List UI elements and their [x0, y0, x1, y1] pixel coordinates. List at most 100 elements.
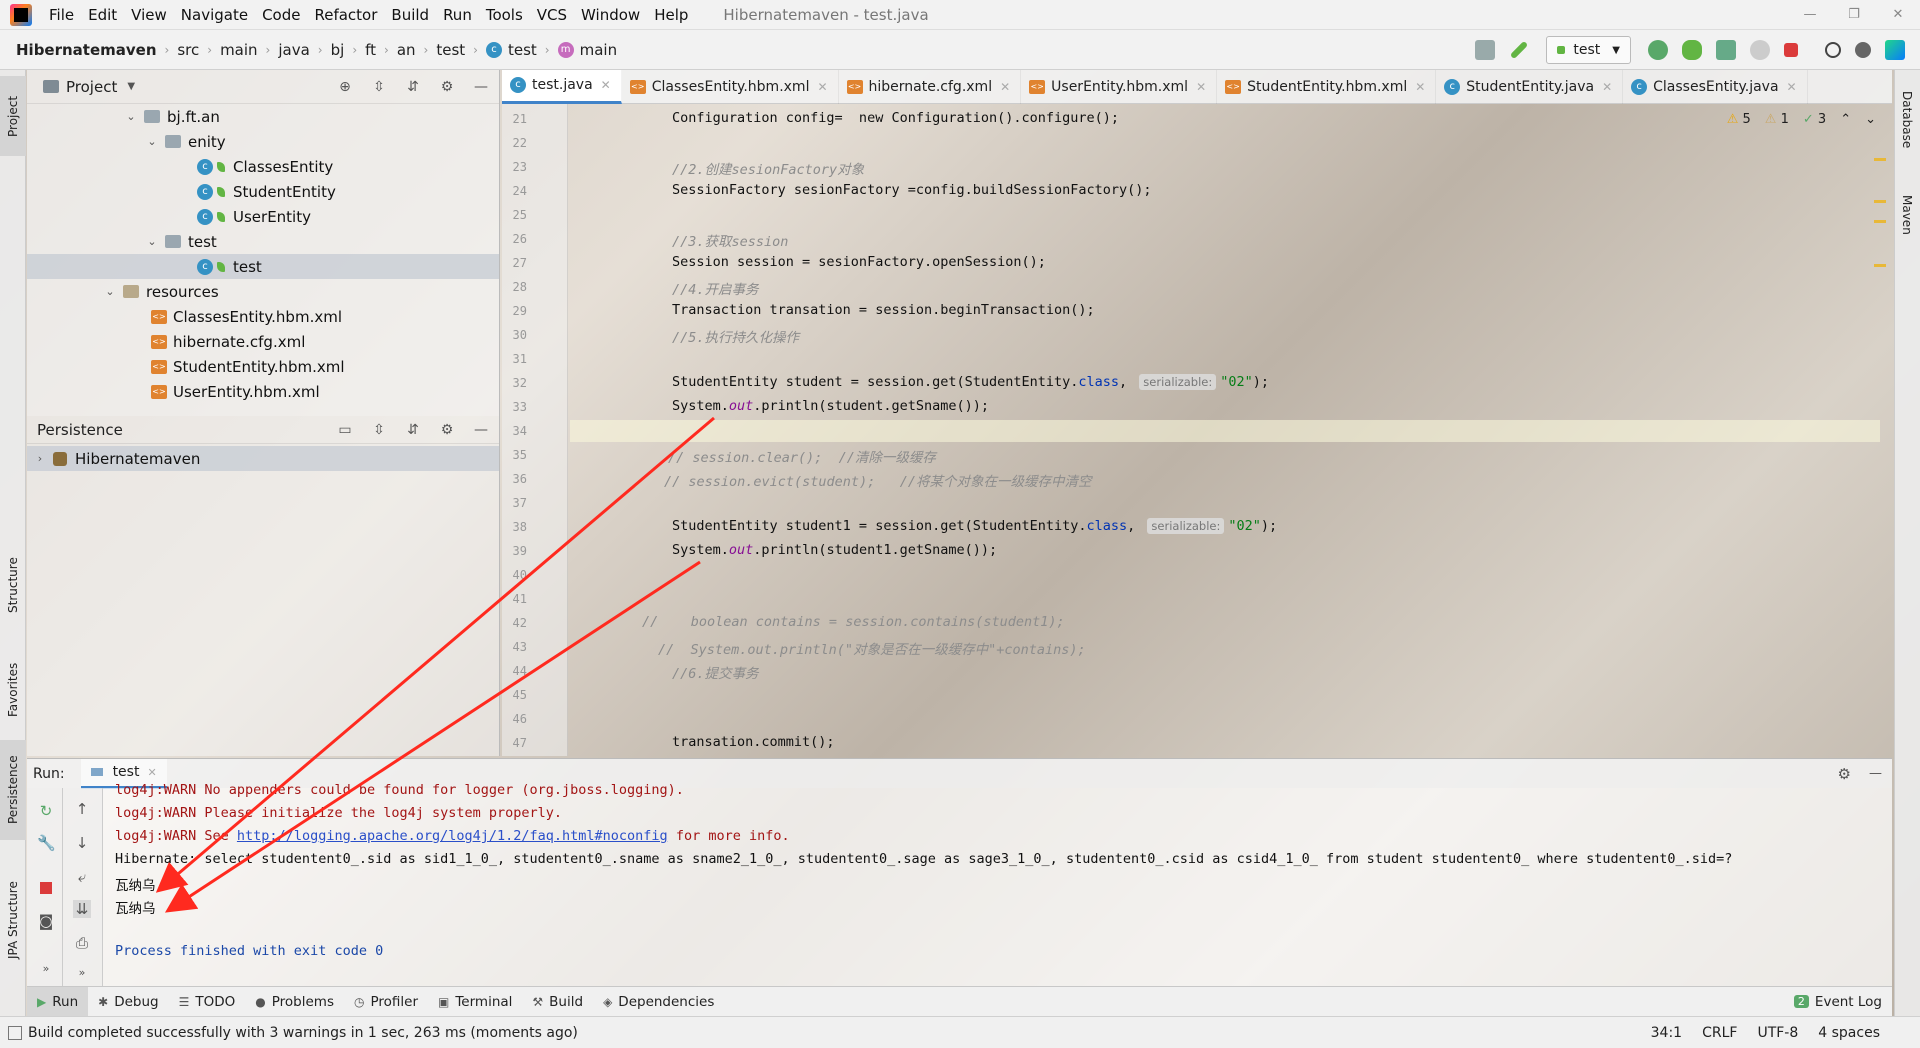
hide-icon[interactable]: —	[1869, 766, 1882, 781]
breadcrumb-java[interactable]: java	[278, 41, 309, 59]
user-icon[interactable]	[1475, 40, 1496, 60]
wrench-icon[interactable]: 🔧	[37, 834, 56, 852]
tab-terminal[interactable]: ▣ Terminal	[428, 987, 522, 1017]
tab-test-java[interactable]: c test.java ✕	[502, 69, 622, 104]
tab-build[interactable]: ⚒ Build	[522, 987, 593, 1017]
breadcrumb-project[interactable]: Hibernatemaven	[16, 41, 157, 59]
maximize-icon[interactable]: ❐	[1832, 0, 1876, 30]
tab-run[interactable]: ▶ Run	[27, 986, 89, 1017]
status-message[interactable]: Build completed successfully with 3 warn…	[28, 1025, 578, 1041]
tab-hibernate-cfg-xml[interactable]: <> hibernate.cfg.xml ✕	[839, 69, 1022, 104]
menu-tools[interactable]: Tools	[479, 0, 530, 30]
expand-all-icon[interactable]: ⇳	[371, 79, 387, 95]
close-icon[interactable]: ✕	[1000, 80, 1010, 94]
search-icon[interactable]	[1825, 42, 1841, 58]
tab-studententity-hbm-xml[interactable]: <> StudentEntity.hbm.xml ✕	[1217, 69, 1437, 104]
console-output[interactable]: log4j:WARN No appenders could be found f…	[103, 782, 1892, 986]
warning-stripe-marker[interactable]	[1874, 158, 1886, 161]
tree-item-class[interactable]: c StudentEntity	[197, 179, 336, 204]
gear-icon[interactable]	[1855, 42, 1871, 58]
collapse-all-icon[interactable]: ⇵	[405, 422, 421, 438]
breadcrumb-test-package[interactable]: test	[436, 41, 465, 59]
hide-icon[interactable]: —	[473, 79, 489, 95]
tree-item-xml[interactable]: <> UserEntity.hbm.xml	[151, 379, 320, 404]
close-icon[interactable]: ✕	[1602, 80, 1612, 94]
arrow-down-icon[interactable]: ↓	[73, 834, 91, 852]
more-icon[interactable]: »	[73, 964, 91, 982]
menu-build[interactable]: Build	[384, 0, 436, 30]
camera-icon[interactable]: ◙	[37, 912, 55, 930]
breadcrumb-src[interactable]: src	[177, 41, 199, 59]
more-icon[interactable]: »	[37, 960, 55, 978]
close-icon[interactable]: ✕	[1196, 80, 1206, 94]
close-icon[interactable]: ✕	[147, 766, 156, 779]
code-editor[interactable]: Configuration config= new Configuration(…	[570, 104, 1880, 756]
persistence-unit-item[interactable]: › Hibernatemaven	[27, 446, 499, 471]
scroll-to-end-icon[interactable]: ⇊	[73, 900, 91, 918]
tab-classesentity-java[interactable]: c ClassesEntity.java ✕	[1623, 69, 1808, 104]
breadcrumb-bj[interactable]: bj	[331, 41, 345, 59]
menu-view[interactable]: View	[124, 0, 174, 30]
tree-item-xml[interactable]: <> StudentEntity.hbm.xml	[151, 354, 345, 379]
typos-indicator[interactable]: ✓ 3	[1803, 112, 1826, 127]
tab-todo[interactable]: ☰ TODO	[169, 987, 246, 1017]
run-configuration-select[interactable]: test ▼	[1546, 36, 1631, 64]
warning-stripe-marker[interactable]	[1874, 264, 1886, 267]
warning-stripe-marker[interactable]	[1874, 220, 1886, 223]
tab-userentity-hbm-xml[interactable]: <> UserEntity.hbm.xml ✕	[1021, 69, 1218, 104]
persistence-tool-tab[interactable]: Persistence	[0, 740, 26, 840]
menu-file[interactable]: File	[42, 0, 81, 30]
warning-stripe-marker[interactable]	[1874, 200, 1886, 203]
favorites-tool-tab[interactable]: Favorites	[0, 650, 26, 730]
tree-item-class-selected[interactable]: c test	[27, 254, 499, 279]
debug-icon[interactable]	[1682, 40, 1702, 60]
project-panel-title[interactable]: Project	[66, 78, 117, 96]
tree-item-package[interactable]: ⌄ enity	[145, 129, 225, 154]
rerun-icon[interactable]: ↻	[37, 802, 55, 820]
warnings-indicator[interactable]: ⚠ 5	[1727, 112, 1751, 127]
arrow-up-icon[interactable]: ↑	[73, 800, 91, 818]
breadcrumb-ft[interactable]: ft	[365, 41, 376, 59]
toolbox-icon[interactable]	[1885, 40, 1905, 60]
locate-icon[interactable]: ⊕	[337, 79, 353, 95]
file-encoding[interactable]: UTF-8	[1757, 1025, 1798, 1041]
close-icon[interactable]: ✕	[1415, 80, 1425, 94]
chevron-down-icon[interactable]: ⌄	[1865, 112, 1876, 127]
jpa-structure-tool-tab[interactable]: JPA Structure	[0, 860, 26, 980]
maven-tool-tab[interactable]: Maven	[1894, 180, 1920, 250]
inspection-widget[interactable]: ⚠ 5 ⚠ 1 ✓ 3 ⌃ ⌄	[1727, 112, 1876, 127]
tab-problems[interactable]: ● Problems	[245, 987, 344, 1017]
er-diagram-icon[interactable]: ▭	[337, 422, 353, 438]
menu-vcs[interactable]: VCS	[530, 0, 574, 30]
tree-item-package[interactable]: ⌄ bj.ft.an	[124, 104, 219, 129]
breadcrumb-an[interactable]: an	[397, 41, 416, 59]
tree-item-xml[interactable]: <> ClassesEntity.hbm.xml	[151, 304, 342, 329]
hammer-build-icon[interactable]	[1510, 40, 1529, 60]
database-tool-tab[interactable]: Database	[1894, 80, 1920, 160]
close-icon[interactable]: ✕	[601, 78, 611, 92]
chevron-down-icon[interactable]: ▼	[127, 81, 135, 92]
gear-icon[interactable]: ⚙	[1838, 765, 1851, 783]
tab-classesentity-hbm-xml[interactable]: <> ClassesEntity.hbm.xml ✕	[622, 69, 839, 104]
hide-icon[interactable]: —	[473, 422, 489, 438]
collapse-all-icon[interactable]: ⇵	[405, 79, 421, 95]
menu-help[interactable]: Help	[647, 0, 695, 30]
profile-icon[interactable]	[1750, 40, 1770, 60]
menu-window[interactable]: Window	[574, 0, 647, 30]
close-icon[interactable]: ✕	[817, 80, 827, 94]
rerun-icon[interactable]	[1648, 40, 1668, 60]
console-link[interactable]: http://logging.apache.org/log4j/1.2/faq.…	[237, 828, 668, 844]
event-log-button[interactable]: 2 Event Log	[1784, 987, 1892, 1017]
caret-position[interactable]: 34:1	[1651, 1025, 1682, 1041]
gear-icon[interactable]: ⚙	[439, 79, 455, 95]
menu-code[interactable]: Code	[255, 0, 307, 30]
gear-icon[interactable]: ⚙	[439, 422, 455, 438]
coverage-icon[interactable]	[1716, 40, 1736, 60]
minimize-icon[interactable]: —	[1788, 0, 1832, 30]
close-window-icon[interactable]: ✕	[1876, 0, 1920, 30]
indent-setting[interactable]: 4 spaces	[1818, 1025, 1880, 1041]
expand-all-icon[interactable]: ⇳	[371, 422, 387, 438]
stop-icon[interactable]	[37, 880, 55, 898]
tab-studententity-java[interactable]: c StudentEntity.java ✕	[1436, 69, 1624, 104]
tree-item-class[interactable]: c UserEntity	[197, 204, 311, 229]
